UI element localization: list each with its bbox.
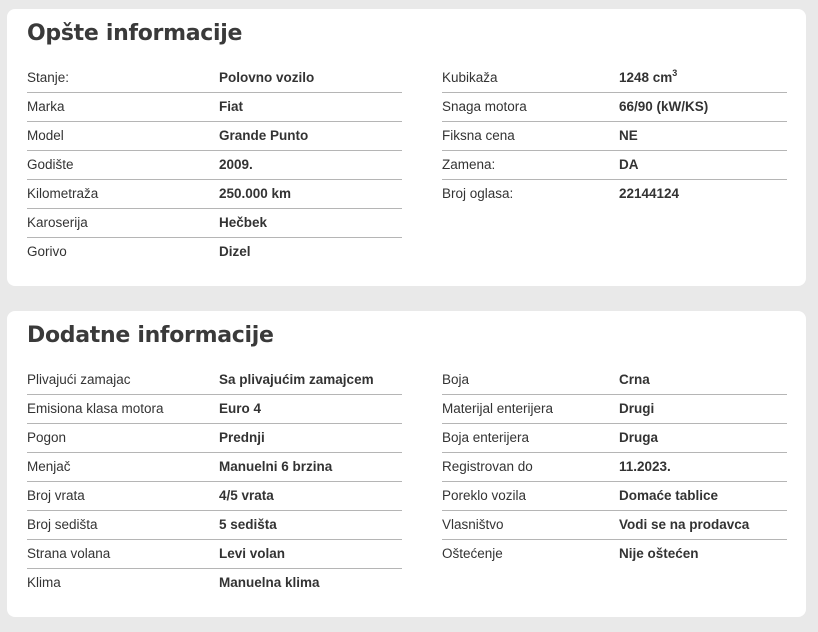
spec-row-poreklo-vozila: Poreklo vozila Domaće tablice — [442, 482, 787, 511]
spec-label: Model — [27, 128, 64, 143]
spec-label: Pogon — [27, 430, 67, 445]
spec-row-emisiona-klasa: Emisiona klasa motora Euro 4 — [27, 395, 402, 424]
spec-row-kubikaza: Kubikaža 1248 cm3 — [442, 64, 787, 93]
spec-value: Levi volan — [219, 546, 286, 561]
spec-value: Druga — [619, 430, 659, 445]
spec-value: Grande Punto — [219, 128, 309, 143]
spec-row-broj-oglasa: Broj oglasa: 22144124 — [442, 180, 787, 209]
spec-row-registrovan-do: Registrovan do 11.2023. — [442, 453, 787, 482]
spec-value: 4/5 vrata — [219, 488, 274, 503]
spec-row-vlasnistvo: Vlasništvo Vodi se na prodavca — [442, 511, 787, 540]
spec-label: Gorivo — [27, 244, 67, 259]
spec-row-plivajuci-zamajac: Plivajući zamajac Sa plivajućim zamajcem — [27, 366, 402, 395]
spec-value: 1248 cm — [619, 70, 673, 85]
spec-row-boja: Boja Crna — [442, 366, 787, 395]
general-info-title: Opšte informacije — [27, 21, 243, 46]
spec-value: 5 sedišta — [219, 517, 277, 532]
spec-label: Broj sedišta — [27, 517, 98, 532]
spec-label: Marka — [27, 99, 65, 114]
spec-row-ostecenje: Oštećenje Nije oštećen — [442, 540, 787, 569]
additional-info-right-column: Boja Crna Materijal enterijera Drugi Boj… — [442, 366, 787, 569]
spec-row-broj-sedista: Broj sedišta 5 sedišta — [27, 511, 402, 540]
spec-label: Fiksna cena — [442, 128, 515, 143]
spec-row-klima: Klima Manuelna klima — [27, 569, 402, 598]
spec-value: Polovno vozilo — [219, 70, 315, 85]
general-info-left-column: Stanje: Polovno vozilo Marka Fiat Model … — [27, 64, 402, 267]
spec-value: Vodi se na prodavca — [619, 517, 750, 532]
spec-label: Materijal enterijera — [442, 401, 554, 416]
spec-row-stanje: Stanje: Polovno vozilo — [27, 64, 402, 93]
spec-row-gorivo: Gorivo Dizel — [27, 238, 402, 267]
spec-value: 250.000 km — [219, 186, 292, 201]
spec-label: Oštećenje — [442, 546, 503, 561]
spec-row-materijal-enterijera: Materijal enterijera Drugi — [442, 395, 787, 424]
spec-row-boja-enterijera: Boja enterijera Druga — [442, 424, 787, 453]
spec-label: Poreklo vozila — [442, 488, 527, 503]
additional-info-card: Dodatne informacije Plivajući zamajac Sa… — [7, 311, 806, 617]
spec-label: Kubikaža — [442, 70, 498, 85]
spec-value: Fiat — [219, 99, 244, 114]
spec-row-fiksna-cena: Fiksna cena NE — [442, 122, 787, 151]
spec-value: Hečbek — [219, 215, 268, 230]
spec-label: Godište — [27, 157, 74, 172]
general-info-right-column: Kubikaža 1248 cm3 Snaga motora 66/90 (kW… — [442, 64, 787, 209]
spec-row-kilometraza: Kilometraža 250.000 km — [27, 180, 402, 209]
spec-row-broj-vrata: Broj vrata 4/5 vrata — [27, 482, 402, 511]
spec-value: Drugi — [619, 401, 655, 416]
spec-row-marka: Marka Fiat — [27, 93, 402, 122]
spec-value: Crna — [619, 372, 650, 387]
spec-label: Menjač — [27, 459, 71, 474]
spec-label: Kilometraža — [27, 186, 99, 201]
spec-value: 66/90 (kW/KS) — [619, 99, 709, 114]
spec-value: Sa plivajućim zamajcem — [219, 372, 374, 387]
spec-label: Strana volana — [27, 546, 111, 561]
spec-value: Domaće tablice — [619, 488, 719, 503]
spec-row-snaga-motora: Snaga motora 66/90 (kW/KS) — [442, 93, 787, 122]
spec-row-menjac: Menjač Manuelni 6 brzina — [27, 453, 402, 482]
spec-label: Plivajući zamajac — [27, 372, 131, 387]
spec-row-karoserija: Karoserija Hečbek — [27, 209, 402, 238]
spec-value: 11.2023. — [619, 459, 671, 474]
spec-value-with-unit: 1248 cm3 — [619, 67, 678, 85]
spec-label: Emisiona klasa motora — [27, 401, 164, 416]
spec-label: Registrovan do — [442, 459, 533, 474]
spec-value: Euro 4 — [219, 401, 262, 416]
spec-value: 2009. — [219, 157, 253, 172]
spec-value: Dizel — [219, 244, 251, 259]
unit-superscript: 3 — [672, 67, 678, 78]
additional-info-left-column: Plivajući zamajac Sa plivajućim zamajcem… — [27, 366, 402, 598]
spec-label: Karoserija — [27, 215, 88, 230]
spec-value: Nije oštećen — [619, 546, 699, 561]
spec-label: Klima — [27, 575, 61, 590]
spec-label: Vlasništvo — [442, 517, 504, 532]
spec-value: 22144124 — [619, 186, 680, 201]
spec-row-pogon: Pogon Prednji — [27, 424, 402, 453]
spec-value: Prednji — [219, 430, 265, 445]
spec-row-godiste: Godište 2009. — [27, 151, 402, 180]
spec-label: Zamena: — [442, 157, 496, 172]
spec-label: Snaga motora — [442, 99, 527, 114]
spec-label: Broj vrata — [27, 488, 85, 503]
spec-label: Broj oglasa: — [442, 186, 514, 201]
spec-value: Manuelni 6 brzina — [219, 459, 333, 474]
spec-label: Boja enterijera — [442, 430, 530, 445]
general-info-card: Opšte informacije Stanje: Polovno vozilo… — [7, 9, 806, 286]
spec-value: Manuelna klima — [219, 575, 320, 590]
spec-value: NE — [619, 128, 638, 143]
spec-row-model: Model Grande Punto — [27, 122, 402, 151]
spec-label: Boja — [442, 372, 470, 387]
additional-info-title: Dodatne informacije — [27, 323, 274, 348]
spec-row-zamena: Zamena: DA — [442, 151, 787, 180]
spec-value: DA — [619, 157, 639, 172]
spec-row-strana-volana: Strana volana Levi volan — [27, 540, 402, 569]
spec-label: Stanje: — [27, 70, 70, 85]
